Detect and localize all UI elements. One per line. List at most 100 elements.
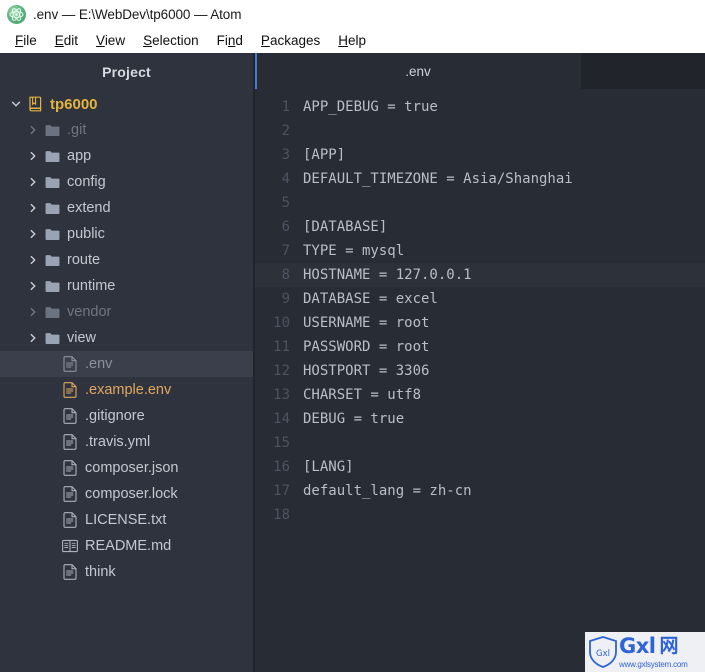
tree-item-public[interactable]: public <box>0 221 253 247</box>
tab-bar: .env <box>255 53 705 89</box>
atom-window: .env — E:\WebDev\tp6000 — Atom File Edit V… <box>0 0 705 672</box>
chevron-right-icon[interactable] <box>25 203 41 213</box>
chevron-right-icon[interactable] <box>25 307 41 317</box>
menu-item-view[interactable]: View <box>87 28 134 53</box>
chevron-right-icon[interactable] <box>25 125 41 135</box>
chevron-right-icon[interactable] <box>25 255 41 265</box>
code-line[interactable]: 12 HOSTPORT = 3306 <box>255 359 705 383</box>
folder-icon <box>41 280 63 293</box>
menu-item-find[interactable]: Find <box>208 28 252 53</box>
folder-icon <box>41 306 63 319</box>
code-line[interactable]: 3 [APP] <box>255 143 705 167</box>
shield-icon: Gxl <box>588 635 618 669</box>
project-panel-title: Project <box>102 64 151 80</box>
tree-item-view[interactable]: view <box>0 325 253 351</box>
tree-item-git[interactable]: .git <box>0 117 253 143</box>
chevron-right-icon[interactable] <box>25 333 41 343</box>
code-line[interactable]: 5 <box>255 191 705 215</box>
code-line[interactable]: 7 TYPE = mysql <box>255 239 705 263</box>
tree-item-label: runtime <box>67 278 116 294</box>
code-line[interactable]: 1 APP_DEBUG = true <box>255 95 705 119</box>
line-number: 17 <box>273 483 290 499</box>
tree-item-config[interactable]: config <box>0 169 253 195</box>
tree-item-label: public <box>67 226 105 242</box>
tree-item-route[interactable]: route <box>0 247 253 273</box>
tree-item-label: .env <box>85 356 113 372</box>
line-number: 14 <box>273 411 290 427</box>
line-number: 12 <box>273 363 290 379</box>
tree-item-runtime[interactable]: runtime <box>0 273 253 299</box>
chevron-right-icon[interactable] <box>25 177 41 187</box>
menu-item-file[interactable]: File <box>6 28 46 53</box>
tree-item-travis-yml[interactable]: ›.travis.yml <box>0 429 253 455</box>
file-icon <box>59 564 81 580</box>
tree-item-label: extend <box>67 200 111 216</box>
code-line-text: [APP] <box>303 147 346 163</box>
chevron-down-icon[interactable] <box>8 99 24 109</box>
tree-item-tp6000[interactable]: tp6000 <box>0 91 253 117</box>
line-number: 2 <box>281 123 290 139</box>
tree-item-license-txt[interactable]: ›LICENSE.txt <box>0 507 253 533</box>
line-number: 9 <box>281 291 290 307</box>
code-line-text: APP_DEBUG = true <box>303 99 438 115</box>
tree-item-label: LICENSE.txt <box>85 512 167 528</box>
tree-item-extend[interactable]: extend <box>0 195 253 221</box>
code-line[interactable]: 9 DATABASE = excel <box>255 287 705 311</box>
tree-item-app[interactable]: app <box>0 143 253 169</box>
line-number: 15 <box>273 435 290 451</box>
code-line-text: DEBUG = true <box>303 411 405 427</box>
tree-item-label: config <box>67 174 106 190</box>
folder-icon <box>41 228 63 241</box>
chevron-right-icon[interactable] <box>25 229 41 239</box>
code-editor[interactable]: 1 APP_DEBUG = true 2 3 [APP] 4 DEFAULT_TIMEZON… <box>255 89 705 672</box>
line-number: 18 <box>273 507 290 523</box>
code-line[interactable]: 6 [DATABASE] <box>255 215 705 239</box>
folder-icon <box>41 150 63 163</box>
code-line[interactable]: 10 USERNAME = root <box>255 311 705 335</box>
project-tree[interactable]: tp6000 .git app config extend public route runt… <box>0 90 253 585</box>
chevron-right-icon[interactable] <box>25 281 41 291</box>
tab-env[interactable]: .env <box>255 53 582 89</box>
code-line[interactable]: 11 PASSWORD = root <box>255 335 705 359</box>
menu-item-selection[interactable]: Selection <box>134 28 208 53</box>
watermark-text-block: Gxl 网 www.gxlsystem.com <box>619 635 688 669</box>
code-line[interactable]: 8 HOSTNAME = 127.0.0.1 <box>255 263 705 287</box>
menu-item-packages[interactable]: Packages <box>252 28 329 53</box>
code-line[interactable]: 17 default_lang = zh-cn <box>255 479 705 503</box>
code-line[interactable]: 13 CHARSET = utf8 <box>255 383 705 407</box>
code-line-text: USERNAME = root <box>303 315 430 331</box>
code-line[interactable]: 15 <box>255 431 705 455</box>
code-line[interactable]: 16 [LANG] <box>255 455 705 479</box>
tree-item-label: view <box>67 330 97 346</box>
menu-item-help[interactable]: Help <box>329 28 375 53</box>
tree-item-label: README.md <box>85 538 172 554</box>
folder-icon <box>41 202 63 215</box>
tab-bar-empty-area <box>582 53 705 89</box>
menu-item-edit[interactable]: Edit <box>46 28 87 53</box>
code-line[interactable]: 2 <box>255 119 705 143</box>
code-line-text: HOSTNAME = 127.0.0.1 <box>303 267 472 283</box>
tree-item-composer-json[interactable]: ›composer.json <box>0 455 253 481</box>
code-line-text: HOSTPORT = 3306 <box>303 363 430 379</box>
code-line[interactable]: 18 <box>255 503 705 527</box>
watermark-brand-cn: 网 <box>659 635 679 657</box>
tree-item-env[interactable]: ›.env <box>0 351 253 377</box>
tree-item-composer-lock[interactable]: ›composer.lock <box>0 481 253 507</box>
tree-item-vendor[interactable]: vendor <box>0 299 253 325</box>
watermark-brand-row: Gxl 网 <box>619 635 679 657</box>
tree-item-readme-md[interactable]: ›README.md <box>0 533 253 559</box>
tree-item-gitignore[interactable]: ›.gitignore <box>0 403 253 429</box>
code-line-text: CHARSET = utf8 <box>303 387 422 403</box>
project-sidebar[interactable]: Project tp6000 .git app config extend public r… <box>0 53 255 672</box>
chevron-right-icon[interactable] <box>25 151 41 161</box>
tree-item-think[interactable]: ›think <box>0 559 253 585</box>
code-line[interactable]: 14 DEBUG = true <box>255 407 705 431</box>
code-line[interactable]: 4 DEFAULT_TIMEZONE = Asia/Shanghai <box>255 167 705 191</box>
code-line-text: PASSWORD = root <box>303 339 430 355</box>
tree-item-label: .git <box>67 122 87 138</box>
tree-item-example-env[interactable]: ›.example.env <box>0 377 253 403</box>
file-icon <box>59 512 81 528</box>
file-icon <box>59 486 81 502</box>
tab-label: .env <box>405 63 431 79</box>
tree-item-label: composer.json <box>85 460 179 476</box>
